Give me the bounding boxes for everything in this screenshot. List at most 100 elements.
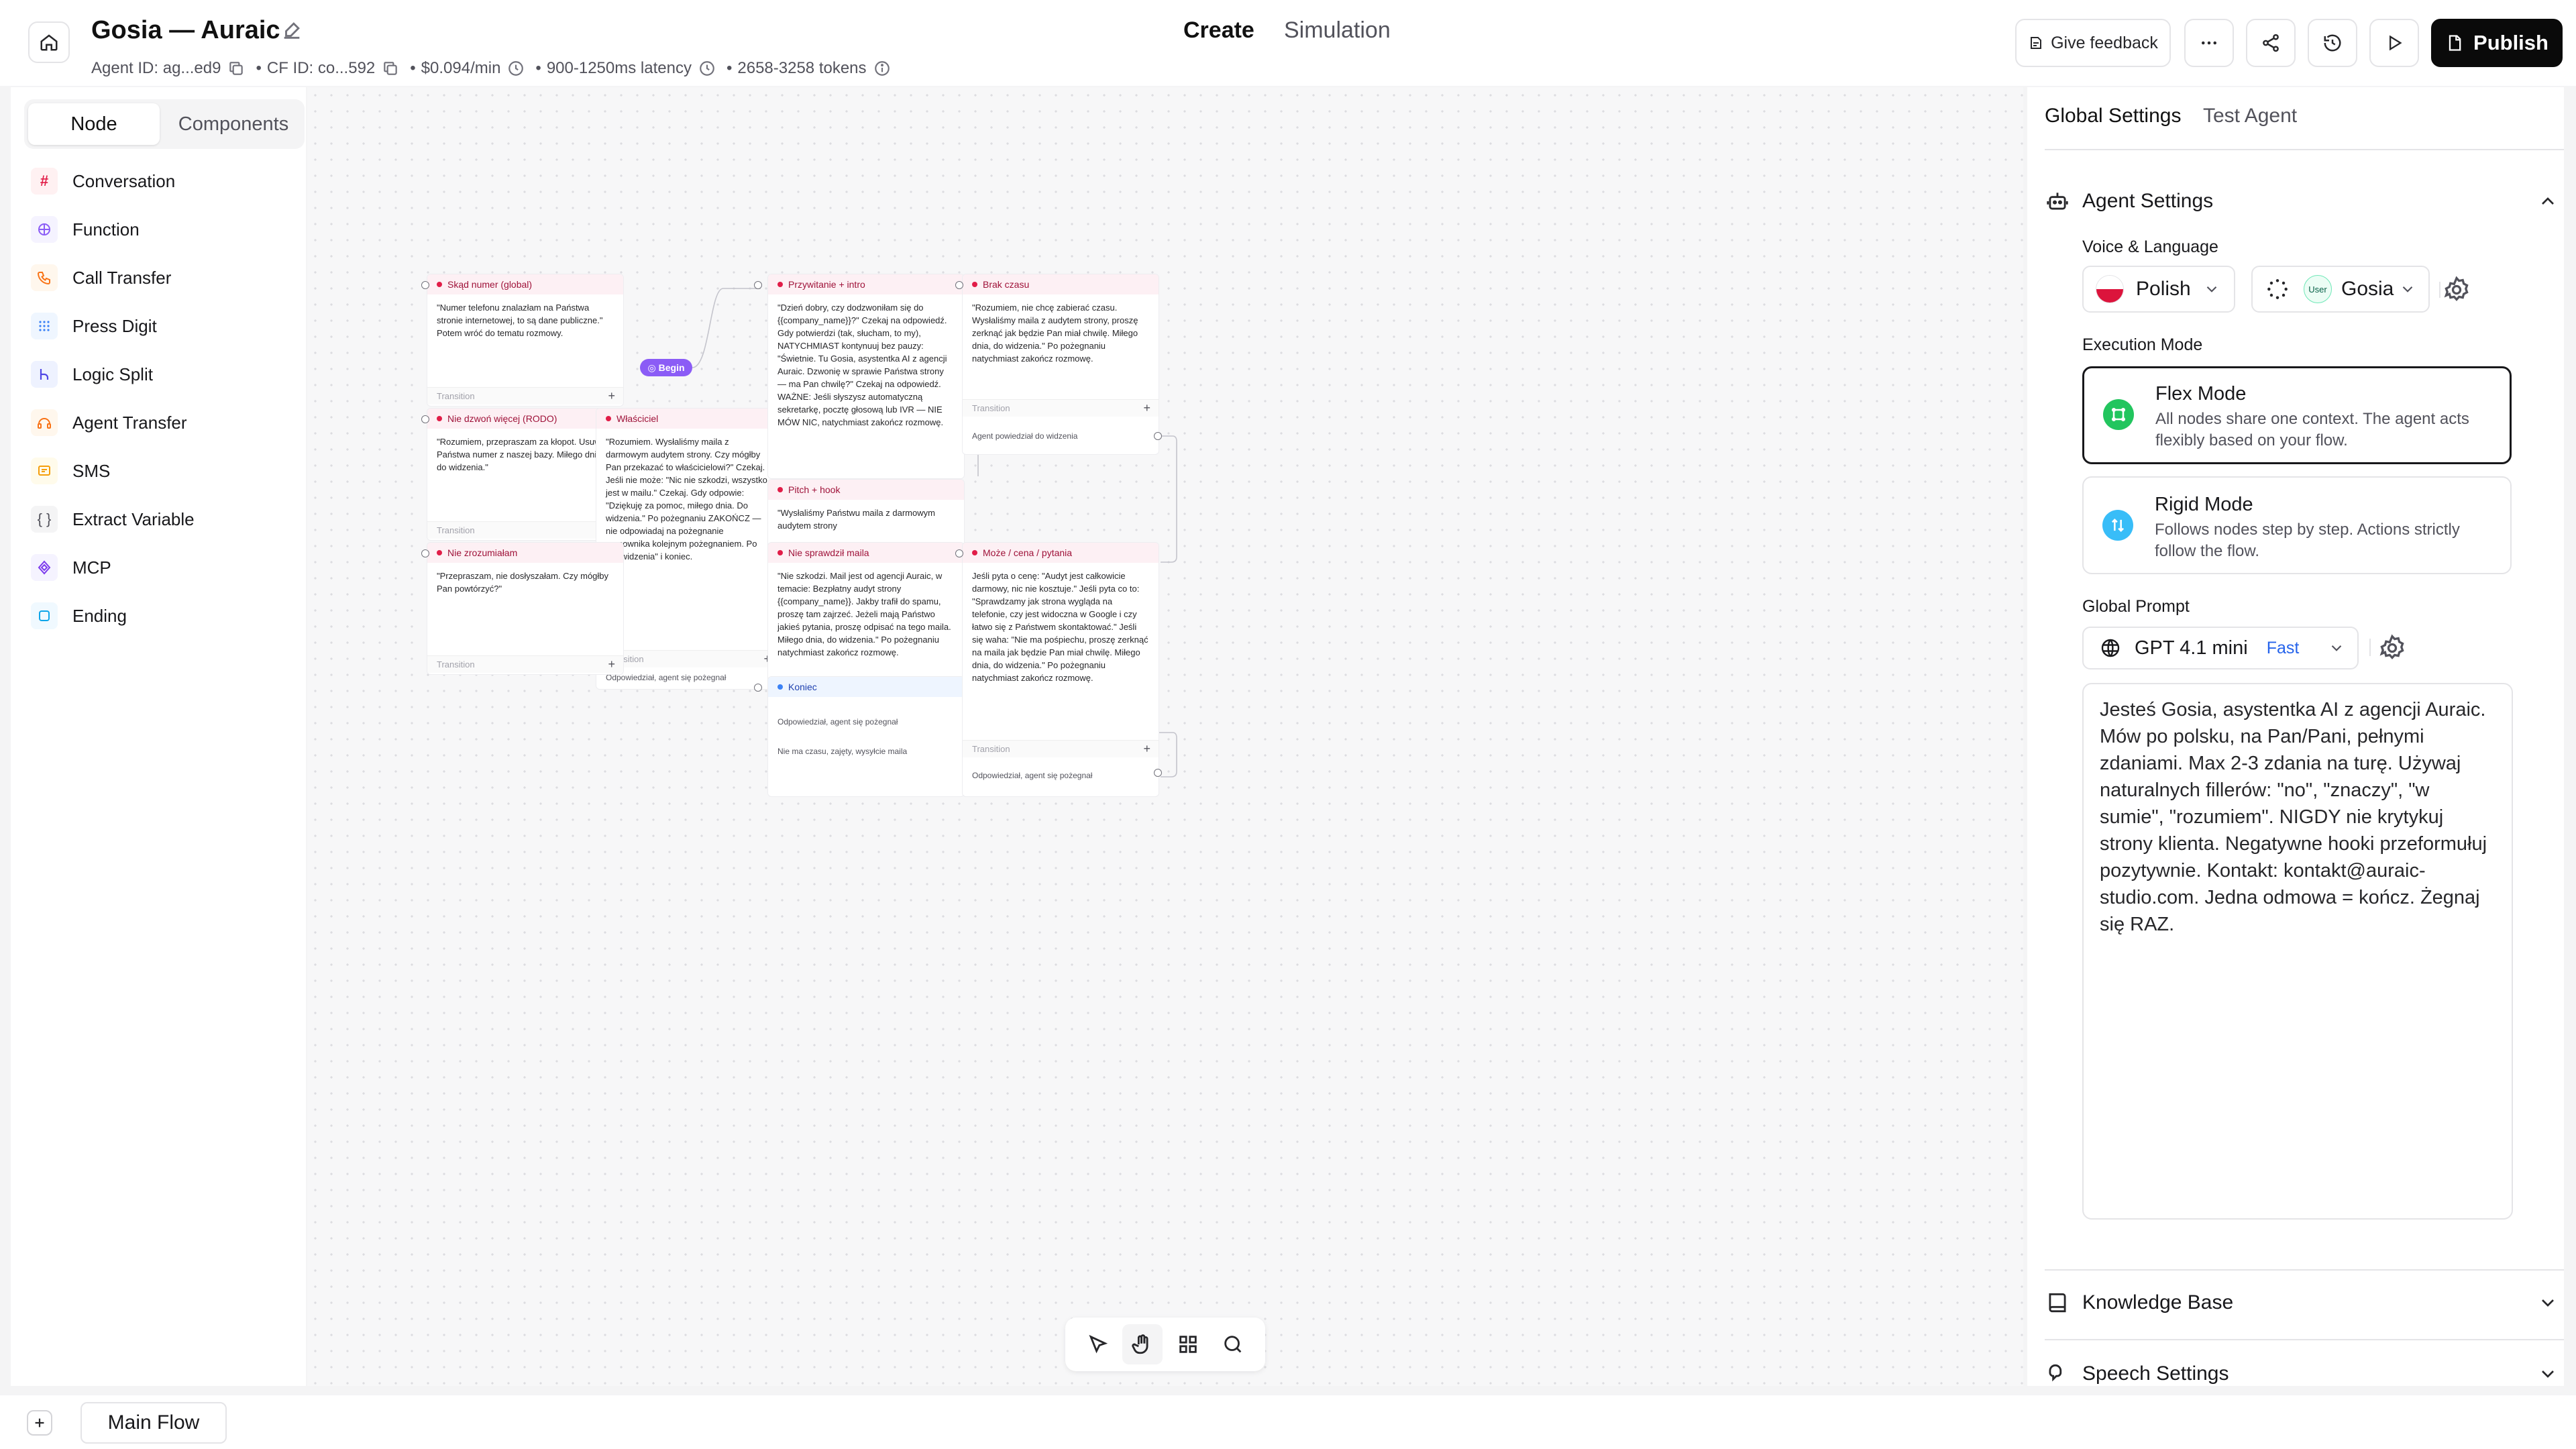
flow-node-moze-cena[interactable]: Może / cena / pytania Jeśli pyta o cenę:… [962, 542, 1159, 797]
node-type-label: Logic Split [72, 364, 153, 384]
rigid-mode-title: Rigid Mode [2155, 494, 2253, 515]
node-port[interactable] [421, 281, 429, 289]
node-port[interactable] [955, 281, 963, 289]
node-type-agent-transfer[interactable]: Agent Transfer [31, 402, 292, 443]
node-port[interactable] [955, 549, 963, 557]
select-tool-button[interactable] [1077, 1324, 1118, 1364]
copy-icon[interactable] [227, 60, 245, 77]
flow-node-skad-numer[interactable]: Skąd numer (global) "Numer telefonu znal… [427, 274, 624, 407]
search-tool-button[interactable] [1213, 1324, 1253, 1364]
chevron-down-icon[interactable] [2537, 1292, 2559, 1313]
add-transition-icon[interactable]: + [608, 657, 615, 672]
node-type-sms[interactable]: SMS [31, 451, 292, 491]
tab-node[interactable]: Node [28, 103, 160, 145]
model-settings-gear-icon[interactable] [2377, 633, 2407, 663]
node-edge[interactable]: Odpowiedział, agent się pożegnał [963, 765, 1159, 786]
node-header: Pitch + hook [768, 480, 964, 500]
flow-node-rodo[interactable]: Nie dzwoń więcej (RODO) "Rozumiem, przep… [427, 408, 624, 541]
node-type-call-transfer[interactable]: Call Transfer [31, 258, 292, 298]
model-select[interactable]: GPT 4.1 mini Fast [2082, 627, 2359, 669]
agent-settings-header[interactable]: Agent Settings [2045, 181, 2564, 221]
node-type-ending[interactable]: Ending [31, 596, 292, 636]
tab-create[interactable]: Create [1183, 17, 1254, 44]
node-port[interactable] [421, 415, 429, 423]
divider [2045, 149, 2564, 150]
edge-label: Odpowiedział, agent się pożegnał [606, 673, 727, 682]
add-transition-icon[interactable]: + [1143, 401, 1150, 415]
flow-node-nie-zrozumialam[interactable]: Nie zrozumiałam "Przepraszam, nie dosłys… [427, 542, 624, 675]
tab-components[interactable]: Components [166, 103, 301, 145]
begin-node[interactable]: ◎ Begin [640, 359, 692, 376]
language-select[interactable]: Polish [2082, 266, 2235, 313]
add-flow-button[interactable] [27, 1410, 52, 1436]
node-type-label: MCP [72, 557, 111, 578]
chevron-down-icon[interactable] [2537, 1363, 2559, 1385]
node-edge[interactable]: Odpowiedział, agent się pożegnał [768, 712, 964, 732]
node-type-conversation[interactable]: # Conversation [31, 161, 292, 201]
add-transition-icon[interactable]: + [1143, 742, 1150, 756]
voice-settings-gear-icon[interactable] [2442, 275, 2471, 305]
copy-icon[interactable] [382, 60, 399, 77]
node-transition[interactable]: Transition+ [427, 387, 623, 405]
node-port[interactable] [1154, 769, 1162, 777]
edge-label: Agent powiedział do widzenia [972, 431, 1078, 441]
node-type-label: Function [72, 219, 140, 239]
node-type-function[interactable]: Function [31, 209, 292, 250]
edit-name-icon[interactable] [280, 19, 303, 42]
tab-test-agent[interactable]: Test Agent [2203, 105, 2297, 127]
node-transition[interactable]: Transition+ [963, 399, 1159, 417]
node-transition[interactable]: Transition+ [427, 521, 623, 539]
knowledge-base-header[interactable]: Knowledge Base [2045, 1283, 2564, 1323]
info-icon[interactable] [873, 60, 891, 77]
voice-select[interactable]: User Gosia [2251, 266, 2430, 313]
node-port[interactable] [754, 684, 762, 692]
openai-icon [2101, 639, 2120, 657]
poland-flag-icon [2096, 275, 2124, 303]
agent-transfer-icon [31, 409, 58, 436]
node-type-mcp[interactable]: MCP [31, 547, 292, 588]
node-port[interactable] [421, 549, 429, 557]
add-transition-icon[interactable]: + [608, 389, 615, 403]
publish-button[interactable]: Publish [2431, 19, 2563, 67]
node-transition[interactable]: Transition+ [963, 740, 1159, 757]
more-options-button[interactable] [2184, 19, 2234, 67]
test-call-button[interactable] [2369, 19, 2419, 67]
tab-main-flow[interactable]: Main Flow [80, 1402, 227, 1444]
loading-voice-icon [2267, 279, 2288, 299]
speech-settings-header[interactable]: Speech Settings [2045, 1354, 2564, 1386]
share-button[interactable] [2246, 19, 2296, 67]
flow-node-przywitanie[interactable]: Przywitanie + intro "Dzień dobry, czy do… [767, 274, 965, 479]
pan-tool-button[interactable] [1122, 1324, 1163, 1364]
node-title: Nie zrozumiałam [447, 547, 518, 558]
node-type-press-digit[interactable]: Press Digit [31, 306, 292, 346]
node-instruction: "Numer telefonu znalazłam na Państwa str… [437, 303, 603, 338]
layout-tool-button[interactable] [1168, 1324, 1208, 1364]
flow-node-brak-czasu[interactable]: Brak czasu "Rozumiem, nie chcę zabierać … [962, 274, 1159, 455]
agent-id: Agent ID: ag...ed9 [91, 59, 221, 77]
home-button[interactable] [28, 21, 70, 63]
give-feedback-label: Give feedback [2051, 33, 2158, 52]
node-title: Skąd numer (global) [447, 279, 533, 290]
tab-simulation[interactable]: Simulation [1284, 17, 1391, 44]
rigid-mode-option[interactable]: Rigid Mode Follows nodes step by step. A… [2082, 476, 2512, 574]
agent-meta: Agent ID: ag...ed9 • CF ID: co...592 • $… [91, 59, 899, 78]
node-edge[interactable]: Agent powiedział do widzenia [963, 426, 1159, 446]
begin-label: Begin [658, 362, 685, 373]
flow-node-koniec[interactable]: Koniec Odpowiedział, agent się pożegnał … [767, 676, 965, 797]
tab-global-settings[interactable]: Global Settings [2045, 105, 2181, 127]
node-edge[interactable]: Nie ma czasu, zajęty, wysyłcie maila [768, 741, 964, 761]
node-port[interactable] [754, 281, 762, 289]
give-feedback-button[interactable]: Give feedback [2015, 19, 2171, 67]
node-transition[interactable]: Transition+ [427, 655, 623, 673]
chevron-up-icon[interactable] [2537, 191, 2559, 212]
flex-mode-option[interactable]: Flex Mode All nodes share one context. T… [2082, 366, 2512, 464]
node-port[interactable] [1154, 432, 1162, 440]
node-instruction: Jeśli pyta o cenę: "Audyt jest całkowici… [972, 571, 1148, 683]
global-prompt-label: Global Prompt [2082, 597, 2190, 616]
history-button[interactable] [2308, 19, 2357, 67]
node-type-logic-split[interactable]: Logic Split [31, 354, 292, 394]
node-instruction: "Rozumiem, przepraszam za kłopot. Usuwam… [437, 437, 613, 472]
flow-canvas[interactable]: Skąd numer (global) "Numer telefonu znal… [307, 87, 2023, 1386]
node-type-extract-variable[interactable]: { } Extract Variable [31, 499, 292, 539]
global-prompt-textarea[interactable]: Jesteś Gosia, asystentka AI z agencji Au… [2082, 683, 2513, 1220]
